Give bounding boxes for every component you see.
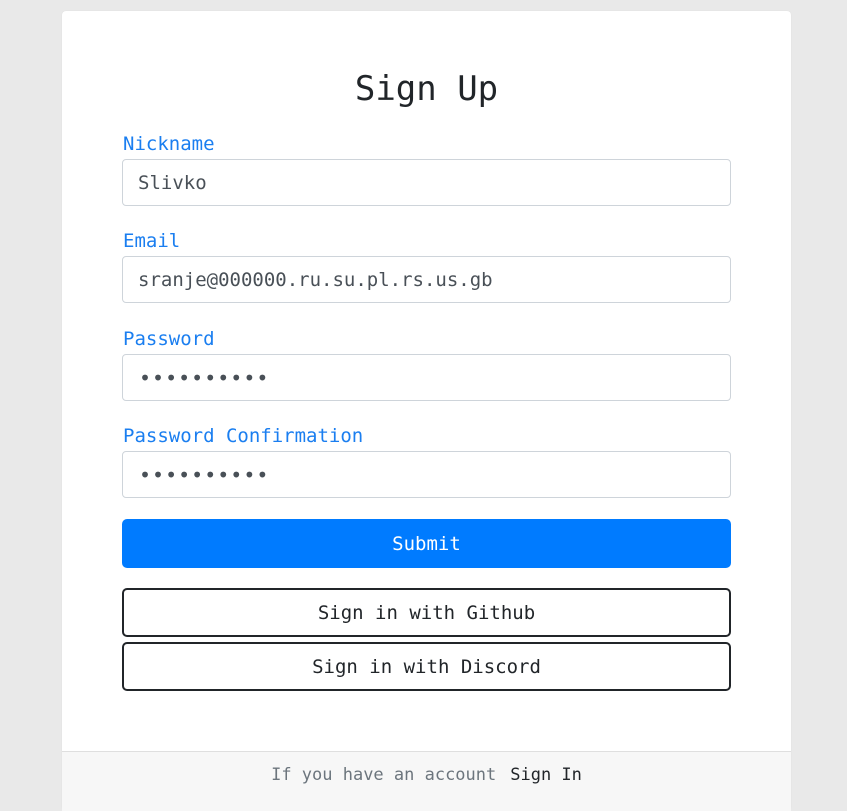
card-footer: If you have an account Sign In <box>62 751 791 811</box>
email-input[interactable] <box>122 256 731 303</box>
signin-link[interactable]: Sign In <box>510 765 582 785</box>
nickname-input[interactable] <box>122 159 731 206</box>
email-label: Email <box>123 230 181 252</box>
submit-button[interactable]: Submit <box>122 519 731 568</box>
page-title: Sign Up <box>354 69 499 109</box>
discord-signin-button[interactable]: Sign in with Discord <box>122 642 731 691</box>
password-label: Password <box>123 328 215 350</box>
footer-text: If you have an account <box>271 765 497 785</box>
password-confirmation-label: Password Confirmation <box>123 425 364 447</box>
password-confirmation-input[interactable] <box>122 451 731 498</box>
footer-content: If you have an account Sign In <box>62 764 791 786</box>
password-input[interactable] <box>122 354 731 401</box>
github-signin-button[interactable]: Sign in with Github <box>122 588 731 637</box>
signup-card: Sign Up Nickname Email Password Password… <box>62 11 791 811</box>
nickname-label: Nickname <box>123 133 215 155</box>
